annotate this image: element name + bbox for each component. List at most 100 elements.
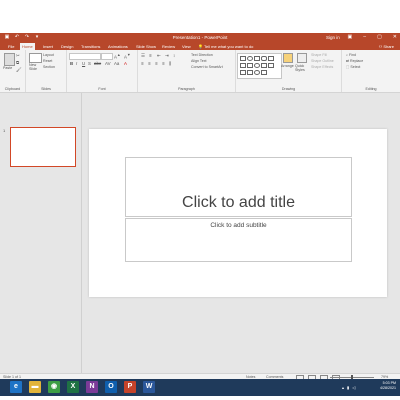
section-button[interactable]: Section — [43, 65, 55, 69]
tab-home[interactable]: Home — [20, 43, 35, 50]
share-label: Share — [383, 44, 394, 49]
columns-icon[interactable]: ⫼ — [169, 61, 171, 66]
close-button[interactable]: ✕ — [393, 34, 397, 40]
taskbar-outlook-icon[interactable]: O — [105, 381, 117, 393]
volume-icon[interactable]: ◁ — [352, 385, 355, 390]
bullets-icon[interactable]: ☰ — [141, 53, 145, 59]
shape-outline-button[interactable]: Shape Outline — [311, 59, 334, 63]
justify-icon[interactable]: ≡ — [162, 61, 165, 66]
title-placeholder[interactable]: Click to add title — [125, 157, 352, 217]
align-text-button[interactable]: Align Text — [191, 59, 207, 63]
decrease-indent-icon[interactable]: ⇤ — [157, 53, 161, 59]
tab-review[interactable]: Review — [160, 43, 177, 50]
paste-icon[interactable] — [4, 53, 15, 66]
taskbar-ie-icon[interactable]: e — [10, 381, 22, 393]
arrange-icon[interactable] — [283, 53, 293, 63]
numbering-icon[interactable]: ≡ — [149, 53, 152, 58]
text-direction-button[interactable]: Text Direction — [191, 53, 213, 57]
slide-canvas[interactable]: Click to add title Click to add subtitle — [89, 129, 387, 297]
copy-icon[interactable]: ⧉ — [16, 60, 19, 65]
taskbar-chrome-icon[interactable]: ◉ — [48, 381, 60, 393]
group-font: A▲ A▼ B I U S abc AV Aa A Font — [67, 50, 138, 92]
shape-fill-button[interactable]: Shape Fill — [311, 53, 327, 57]
slide-editing-area: Click to add title Click to add subtitle — [82, 93, 400, 373]
slide-thumbnail[interactable] — [10, 127, 76, 167]
callout-shape-icon[interactable] — [261, 70, 267, 75]
line-shape-icon[interactable] — [254, 56, 260, 61]
shapes-gallery[interactable] — [237, 53, 282, 79]
taskbar-powerpoint-icon[interactable]: P — [124, 381, 136, 393]
convert-smartart-button[interactable]: Convert to SmartArt — [191, 65, 223, 69]
restore-button[interactable]: ▢ — [377, 34, 382, 40]
align-center-icon[interactable]: ≡ — [148, 61, 151, 66]
new-slide-icon[interactable] — [29, 53, 42, 63]
paste-button[interactable]: Paste — [3, 66, 12, 70]
share-button[interactable]: ⚇ Share — [379, 43, 394, 50]
char-spacing-icon[interactable]: AV — [105, 61, 111, 66]
brace-shape-icon[interactable] — [261, 63, 267, 68]
shape-effects-button[interactable]: Shape Effects — [311, 65, 333, 69]
change-case-icon[interactable]: Aa — [114, 61, 119, 66]
align-left-icon[interactable]: ≡ — [141, 61, 144, 66]
tab-file[interactable]: File — [6, 43, 16, 50]
arrange-button[interactable]: Arrange — [281, 64, 294, 68]
reset-button[interactable]: Reset — [43, 59, 52, 63]
clock-date: 4/28/2021 — [380, 386, 396, 390]
taskbar-word-icon[interactable]: W — [143, 381, 155, 393]
taskbar-onenote-icon[interactable]: N — [86, 381, 98, 393]
diamond-shape-icon[interactable] — [247, 63, 253, 68]
oval-shape-icon[interactable] — [247, 56, 253, 61]
increase-indent-icon[interactable]: ⇥ — [165, 53, 169, 59]
subtitle-placeholder[interactable]: Click to add subtitle — [125, 218, 352, 262]
font-size-input[interactable] — [101, 53, 113, 60]
circle-shape-icon[interactable] — [254, 63, 260, 68]
ribbon-display-options-icon[interactable]: ▣ — [348, 34, 353, 40]
clock[interactable]: 5:03 PM 4/28/2021 — [380, 381, 396, 391]
arrow-shape-icon[interactable] — [268, 56, 274, 61]
rounded-shape-icon[interactable] — [261, 56, 267, 61]
new-slide-button[interactable]: New Slide — [29, 63, 41, 71]
quick-styles-icon[interactable] — [297, 53, 307, 63]
decrease-font-icon[interactable]: A▼ — [124, 53, 131, 59]
taskbar-explorer-icon[interactable]: ▬ — [29, 381, 41, 393]
group-drawing: Arrange Quick Styles Shape Fill Shape Ou… — [236, 50, 342, 92]
group-label-font: Font — [98, 87, 106, 91]
layout-button[interactable]: Layout — [43, 53, 54, 57]
format-painter-icon[interactable]: 🖌 — [16, 67, 22, 73]
rect-shape-icon[interactable] — [240, 56, 246, 61]
smiley-shape-icon[interactable] — [254, 70, 260, 75]
select-button[interactable]: ⬚ Select — [346, 65, 360, 69]
font-name-input[interactable] — [69, 53, 101, 60]
replace-button[interactable]: ⇄ Replace — [346, 59, 363, 63]
up-arrow-icon[interactable]: ▴ — [342, 385, 344, 390]
underline-icon[interactable]: U — [82, 61, 85, 66]
sign-in-link[interactable]: Sign in — [326, 35, 340, 40]
network-icon[interactable]: ▮ — [347, 385, 349, 390]
tab-slide-show[interactable]: Slide Show — [134, 43, 158, 50]
taskbar-excel-icon[interactable]: X — [67, 381, 79, 393]
cube-shape-icon[interactable] — [247, 70, 253, 75]
star-shape-icon[interactable] — [268, 63, 274, 68]
bold-icon[interactable]: B — [70, 61, 73, 66]
tell-me-text: Tell me what you want to do — [204, 44, 254, 49]
italic-icon[interactable]: I — [76, 61, 77, 66]
strikethrough-icon[interactable]: abc — [94, 61, 101, 66]
align-right-icon[interactable]: ≡ — [155, 61, 158, 66]
line-spacing-icon[interactable]: ↕ — [173, 53, 175, 58]
font-color-icon[interactable]: A — [124, 61, 127, 66]
bracket-shape-icon[interactable] — [240, 70, 246, 75]
tab-insert[interactable]: Insert — [41, 43, 55, 50]
find-button[interactable]: ⌕ Find — [346, 53, 356, 57]
tab-transitions[interactable]: Transitions — [79, 43, 102, 50]
minimize-button[interactable]: – — [363, 34, 366, 40]
cut-icon[interactable]: ✂ — [16, 53, 20, 59]
triangle-shape-icon[interactable] — [240, 63, 246, 68]
tab-animations[interactable]: Animations — [106, 43, 130, 50]
quick-styles-button[interactable]: Quick Styles — [295, 64, 307, 72]
title-placeholder-text: Click to add title — [182, 194, 295, 211]
tab-design[interactable]: Design — [59, 43, 75, 50]
tell-me-search[interactable]: 💡 Tell me what you want to do — [198, 43, 253, 50]
increase-font-icon[interactable]: A▲ — [114, 53, 121, 59]
tab-view[interactable]: View — [180, 43, 193, 50]
shadow-icon[interactable]: S — [88, 61, 91, 66]
